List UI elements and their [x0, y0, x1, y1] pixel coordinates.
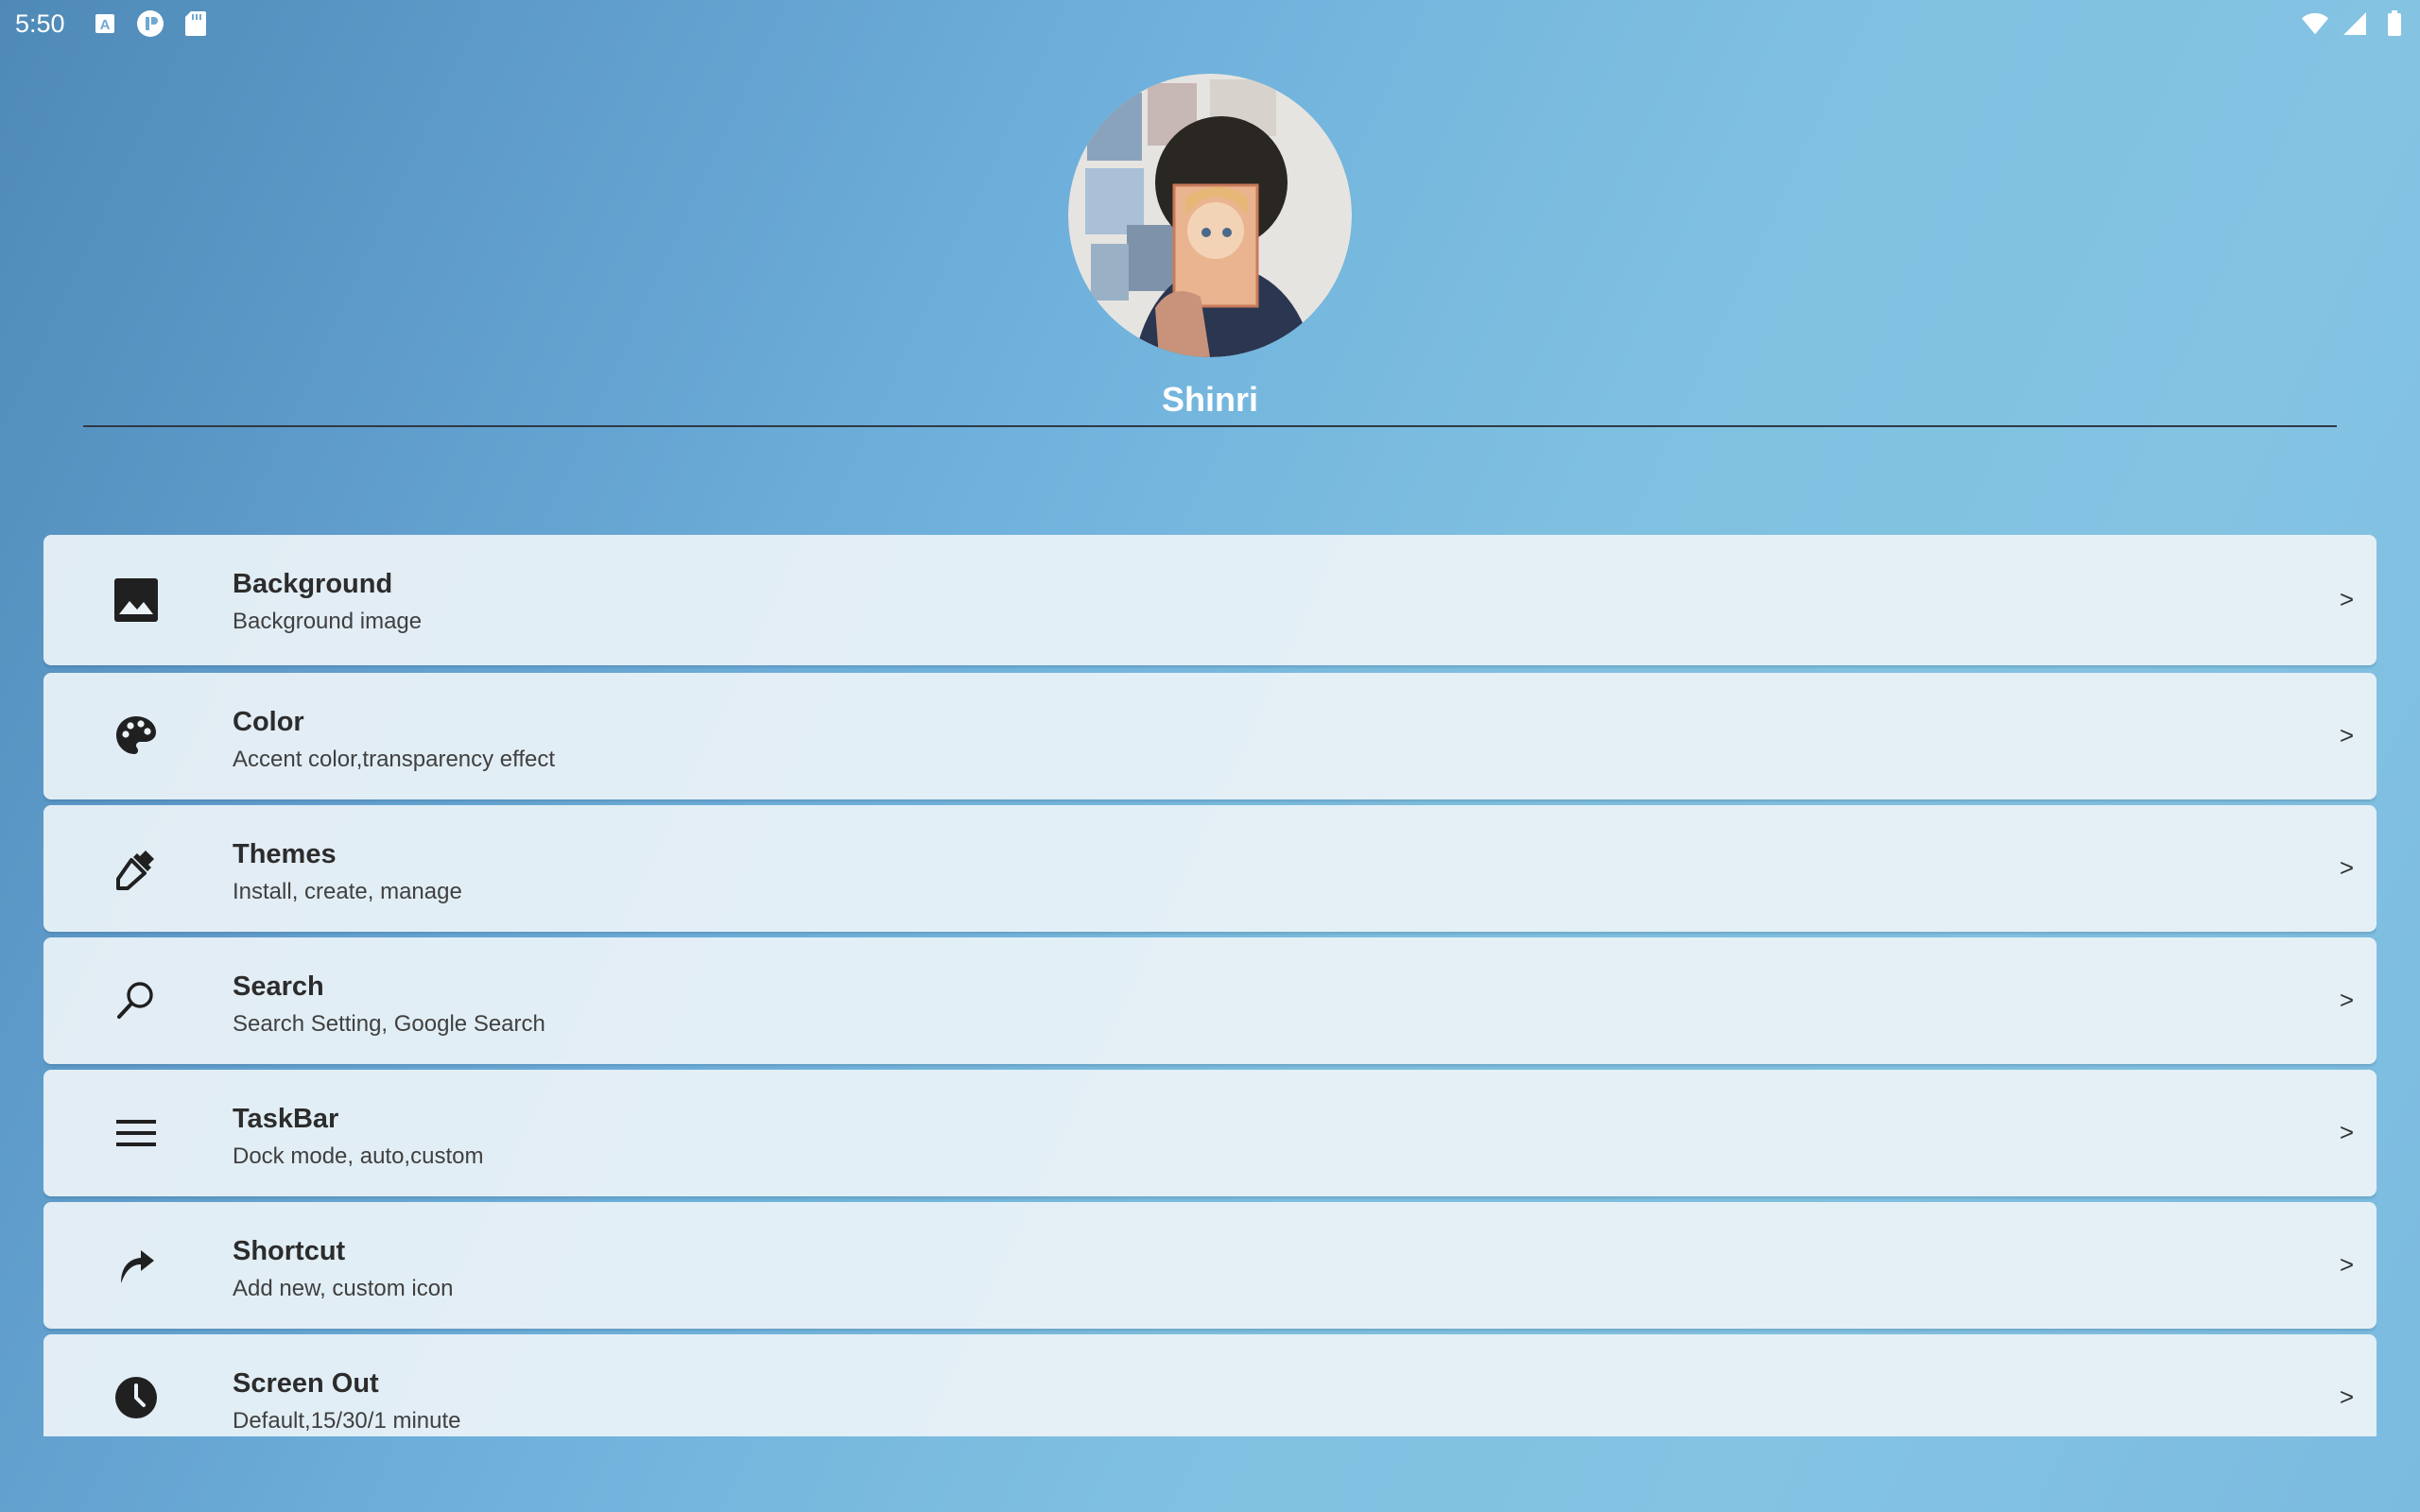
palette-icon: [112, 712, 161, 761]
chevron-right-icon: >: [2339, 986, 2354, 1014]
sd-card-icon: [182, 9, 210, 38]
chevron-right-icon: >: [2339, 1250, 2354, 1279]
settings-item-subtitle: Add new, custom icon: [233, 1276, 454, 1301]
status-icons-left: A: [91, 9, 210, 38]
chevron-right-icon: >: [2339, 853, 2354, 882]
status-time: 5:50: [15, 9, 65, 38]
battery-icon: [2380, 9, 2409, 38]
settings-item-title: Shortcut: [233, 1236, 346, 1266]
settings-item-subtitle: Default,15/30/1 minute: [233, 1408, 461, 1434]
chevron-right-icon: >: [2339, 1383, 2354, 1411]
settings-item-subtitle: Search Setting, Google Search: [233, 1011, 545, 1037]
settings-item-taskbar[interactable]: TaskBar Dock mode, auto,custom >: [43, 1070, 2377, 1196]
clock-icon: [112, 1373, 161, 1422]
chevron-right-icon: >: [2339, 721, 2354, 749]
settings-item-title: Themes: [233, 839, 337, 869]
settings-item-subtitle: Install, create, manage: [233, 879, 462, 904]
avatar-photo: [1068, 74, 1352, 357]
keyboard-a-icon: A: [91, 9, 119, 38]
settings-list: Background Background image > Color Acce…: [43, 535, 2377, 1436]
status-icons-right: [2301, 9, 2409, 38]
svg-text:A: A: [100, 17, 111, 33]
wifi-icon: [2301, 9, 2329, 38]
settings-item-themes[interactable]: Themes Install, create, manage >: [43, 805, 2377, 932]
settings-item-shortcut[interactable]: Shortcut Add new, custom icon >: [43, 1202, 2377, 1329]
image-icon: [112, 576, 161, 625]
settings-item-search[interactable]: Search Search Setting, Google Search >: [43, 937, 2377, 1064]
settings-item-title: Screen Out: [233, 1368, 379, 1399]
settings-item-title: TaskBar: [233, 1104, 339, 1134]
menu-icon: [112, 1108, 161, 1158]
status-bar: 5:50 A: [0, 0, 2420, 47]
shortcut-arrow-icon: [112, 1241, 161, 1290]
settings-item-screen-out[interactable]: Screen Out Default,15/30/1 minute >: [43, 1334, 2377, 1436]
settings-item-title: Search: [233, 971, 324, 1002]
cell-signal-icon: [2341, 9, 2369, 38]
chevron-right-icon: >: [2339, 1118, 2354, 1146]
settings-item-color[interactable]: Color Accent color,transparency effect >: [43, 673, 2377, 799]
settings-item-background[interactable]: Background Background image >: [43, 535, 2377, 665]
settings-item-subtitle: Accent color,transparency effect: [233, 747, 556, 772]
settings-item-title: Background: [233, 569, 393, 599]
settings-item-title: Color: [233, 707, 304, 737]
search-icon: [112, 976, 161, 1025]
profile-name: Shinri: [1161, 380, 1258, 419]
profile-avatar[interactable]: [1068, 74, 1352, 357]
app-notification-icon: [136, 9, 164, 38]
chevron-right-icon: >: [2339, 585, 2354, 613]
eyedropper-icon: [112, 844, 161, 893]
profile-divider: [83, 425, 2337, 427]
settings-item-subtitle: Dock mode, auto,custom: [233, 1143, 484, 1169]
settings-item-subtitle: Background image: [233, 609, 423, 634]
